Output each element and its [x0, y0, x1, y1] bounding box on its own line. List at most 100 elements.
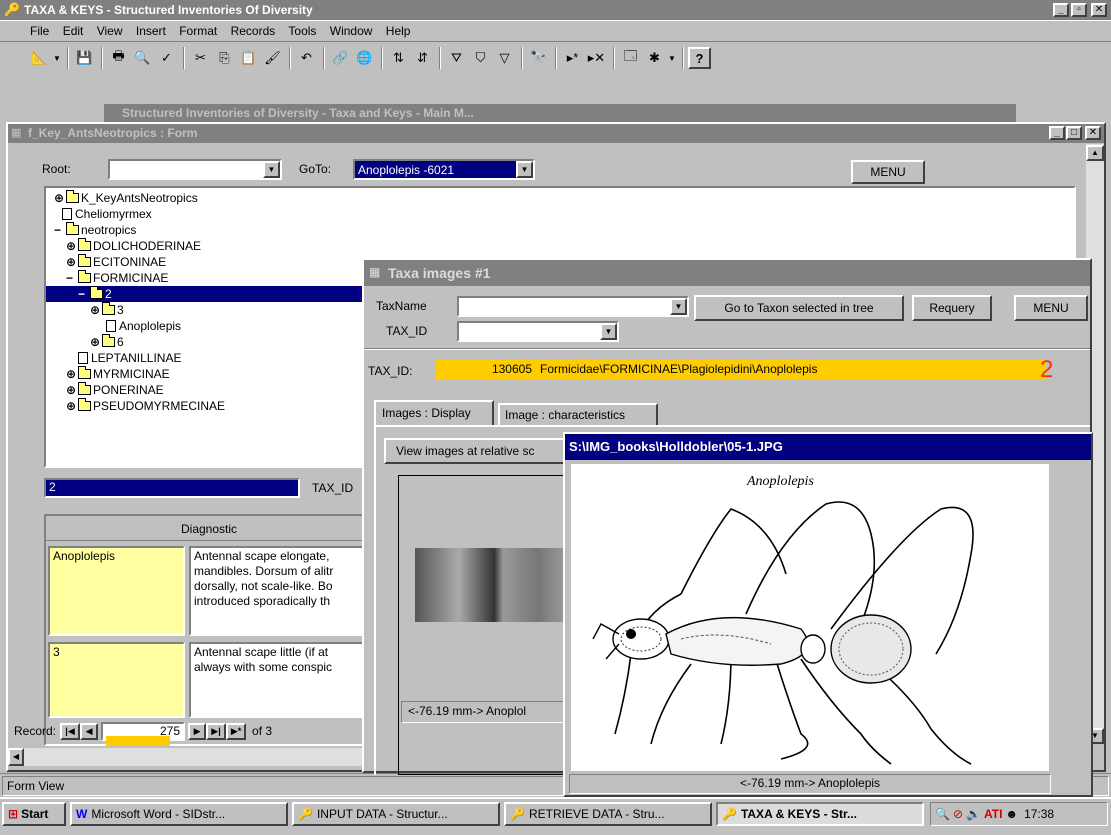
tree-node[interactable]: ⊕ ECITONINAE — [66, 254, 166, 270]
tree-node[interactable]: Anoplolepis — [102, 318, 181, 334]
tree-node[interactable]: ⊕ 3 — [90, 302, 124, 318]
tree-node[interactable]: Cheliomyrmex — [58, 206, 152, 222]
filter-by-selection-icon[interactable]: ⛛ — [445, 47, 468, 69]
row-name-field[interactable]: 3 — [48, 642, 185, 718]
next-record-button[interactable]: ▶ — [188, 722, 207, 740]
menu-tools[interactable]: Tools — [288, 24, 316, 38]
root-combo[interactable]: ▼ — [108, 159, 282, 180]
new-object-dropdown-icon[interactable]: ▼ — [667, 47, 677, 69]
tray-network-icon[interactable]: ⊘ — [953, 807, 963, 821]
database-window-icon[interactable]: 🗔 — [619, 47, 642, 69]
scroll-left-icon[interactable]: ◀ — [8, 748, 24, 766]
paste-icon[interactable]: 📋 — [237, 47, 260, 69]
cut-icon[interactable]: ✂ — [189, 47, 212, 69]
expand-icon[interactable]: ⊕ — [66, 398, 78, 414]
tree-node[interactable]: ⊕ PSEUDOMYRMECINAE — [66, 398, 225, 414]
prev-record-button[interactable]: ◀ — [80, 722, 99, 740]
tree-node[interactable]: ⊕ 6 — [90, 334, 124, 350]
print-icon[interactable]: 🖶 — [107, 47, 130, 69]
form-maximize-button[interactable]: □ — [1066, 126, 1082, 140]
print-preview-icon[interactable]: 🔍 — [131, 47, 154, 69]
tree-node[interactable]: ⊕ K_KeyAntsNeotropics — [54, 190, 198, 206]
taskbar-item-taxa-keys[interactable]: 🔑 TAXA & KEYS - Str... — [716, 802, 924, 826]
tray-ati-icon[interactable]: ATI — [984, 807, 1002, 821]
menu-edit[interactable]: Edit — [63, 24, 84, 38]
menu-view[interactable]: View — [97, 24, 123, 38]
expand-icon[interactable]: ⊕ — [66, 366, 78, 382]
first-record-button[interactable]: |◀ — [60, 722, 81, 740]
tree-node[interactable]: LEPTANILLINAE — [74, 350, 181, 366]
taskbar-item-input-data[interactable]: 🔑 INPUT DATA - Structur... — [292, 802, 500, 826]
tab-image-characteristics[interactable]: Image : characteristics — [498, 403, 658, 425]
node-field[interactable]: 2 — [44, 478, 300, 498]
scroll-up-icon[interactable]: ▲ — [1086, 145, 1104, 161]
start-button[interactable]: ⊞ Start — [2, 802, 66, 826]
tray-volume-icon[interactable]: 🔈 — [966, 807, 981, 821]
filter-by-form-icon[interactable]: ⛉ — [469, 47, 492, 69]
design-view-icon[interactable]: 📐 — [28, 47, 51, 69]
last-record-button[interactable]: ▶| — [206, 722, 227, 740]
row-diagnostic-text[interactable]: Antennal scape elongate, mandibles. Dors… — [189, 546, 369, 636]
taskbar-item-retrieve-data[interactable]: 🔑 RETRIEVE DATA - Stru... — [504, 802, 712, 826]
menu-insert[interactable]: Insert — [136, 24, 166, 38]
collapse-icon[interactable]: − — [54, 222, 66, 238]
collapse-icon[interactable]: − — [66, 270, 78, 286]
form-minimize-button[interactable]: _ — [1049, 126, 1065, 140]
expand-icon[interactable]: ⊕ — [66, 254, 78, 270]
find-icon[interactable]: 🔭 — [527, 47, 550, 69]
new-object-icon[interactable]: ✱ — [643, 47, 666, 69]
help-icon[interactable]: ? — [688, 47, 711, 69]
undo-icon[interactable]: ↶ — [295, 47, 318, 69]
taskbar-item-word[interactable]: W Microsoft Word - SIDstr... — [70, 802, 288, 826]
chevron-down-icon[interactable]: ▼ — [263, 161, 280, 178]
expand-icon[interactable]: ⊕ — [54, 190, 66, 206]
sort-descending-icon[interactable]: ⇵ — [411, 47, 434, 69]
key-menu-button[interactable]: MENU — [851, 160, 925, 184]
tray-agent-icon[interactable]: ☻ — [1005, 807, 1018, 821]
goto-taxon-button[interactable]: Go to Taxon selected in tree — [694, 295, 904, 321]
spelling-icon[interactable]: ✓ — [155, 47, 178, 69]
tree-node[interactable]: − neotropics — [54, 222, 136, 238]
row-name-field[interactable]: Anoplolepis — [48, 546, 185, 636]
chevron-down-icon[interactable]: ▼ — [670, 298, 687, 315]
row-diagnostic-text[interactable]: Antennal scape little (if at always with… — [189, 642, 369, 718]
collapse-icon[interactable]: − — [78, 286, 90, 302]
tree-node[interactable]: ⊕ DOLICHODERINAE — [66, 238, 201, 254]
sort-ascending-icon[interactable]: ⇅ — [387, 47, 410, 69]
web-toolbar-icon[interactable]: 🌐 — [353, 47, 376, 69]
new-record-icon[interactable]: ▸* — [561, 47, 584, 69]
requery-button[interactable]: Requery — [912, 295, 992, 321]
menu-window[interactable]: Window — [330, 24, 373, 38]
tray-search-icon[interactable]: 🔍 — [935, 807, 950, 821]
tree-node[interactable]: ⊕ MYRMICINAE — [66, 366, 170, 382]
delete-record-icon[interactable]: ▸✕ — [585, 47, 608, 69]
tax-id-combo[interactable]: ▼ — [457, 321, 619, 342]
taxname-combo[interactable]: ▼ — [457, 296, 689, 317]
apply-filter-icon[interactable]: ▽ — [493, 47, 516, 69]
menu-format[interactable]: Format — [179, 24, 217, 38]
view-images-button[interactable]: View images at relative sc — [384, 438, 584, 464]
expand-icon[interactable]: ⊕ — [90, 302, 102, 318]
tab-images-display[interactable]: Images : Display — [374, 400, 494, 425]
goto-combo[interactable]: Anoplolepis -6021 ▼ — [353, 159, 535, 180]
minimize-button[interactable]: _ — [1053, 3, 1069, 17]
tree-node[interactable]: ⊕ PONERINAE — [66, 382, 164, 398]
new-record-button[interactable]: ▶* — [226, 722, 247, 740]
insert-hyperlink-icon[interactable]: 🔗 — [329, 47, 352, 69]
save-icon[interactable]: 💾 — [73, 47, 96, 69]
menu-records[interactable]: Records — [231, 24, 276, 38]
dropdown-arrow-icon[interactable]: ▼ — [52, 47, 62, 69]
form-close-button[interactable]: ✕ — [1085, 126, 1101, 140]
tree-node[interactable]: − FORMICINAE — [66, 270, 168, 286]
close-button[interactable]: ✕ — [1091, 3, 1107, 17]
expand-icon[interactable]: ⊕ — [66, 382, 78, 398]
images-menu-button[interactable]: MENU — [1014, 295, 1088, 321]
chevron-down-icon[interactable]: ▼ — [600, 323, 617, 340]
copy-icon[interactable]: ⎘ — [213, 47, 236, 69]
format-painter-icon[interactable]: 🖌 — [261, 47, 284, 69]
menu-file[interactable]: File — [30, 24, 49, 38]
expand-icon[interactable]: ⊕ — [90, 334, 102, 350]
menu-help[interactable]: Help — [386, 24, 411, 38]
restore-button[interactable]: ▫ — [1071, 3, 1087, 17]
expand-icon[interactable]: ⊕ — [66, 238, 78, 254]
